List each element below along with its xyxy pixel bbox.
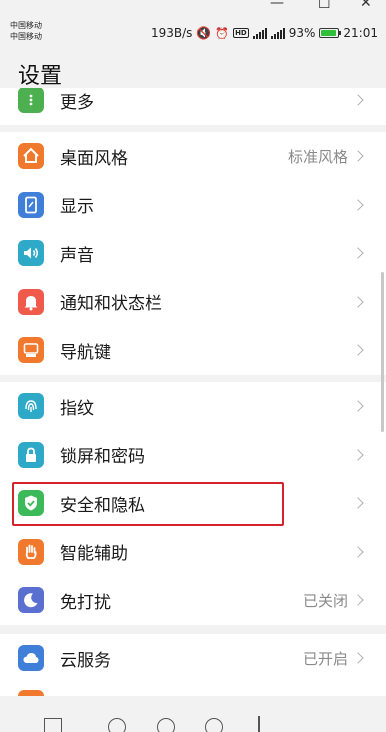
- page-title: 设置: [18, 64, 63, 89]
- zoom-out-icon[interactable]: [157, 718, 175, 732]
- settings-item-security-privacy[interactable]: 安全和隐私: [0, 479, 386, 528]
- carrier-info: 中国移动 中国移动: [10, 20, 42, 42]
- chevron-right-icon: [352, 344, 364, 356]
- settings-item-display[interactable]: 显示: [0, 181, 386, 230]
- status-indicators: 193B/s 🔇 ⏰ HD 93% 21:01: [151, 25, 378, 41]
- settings-list[interactable]: 更多 桌面风格 标准风格 显示 声音 通知和状态栏 导航键 指纹 锁屏和密码 安…: [0, 88, 386, 696]
- chevron-right-icon: [352, 150, 364, 162]
- chevron-right-icon: [352, 546, 364, 558]
- item-label: 锁屏和密码: [60, 447, 145, 468]
- maximize-icon[interactable]: ☐: [318, 0, 331, 11]
- cloud-icon: [18, 645, 44, 672]
- download-icon[interactable]: [258, 716, 260, 732]
- net-speed: 193B/s: [150, 26, 193, 40]
- item-label: 智能辅助: [60, 544, 128, 565]
- settings-item-navigation-key[interactable]: 导航键: [0, 326, 386, 375]
- settings-item-sound[interactable]: 声音: [0, 229, 386, 278]
- chevron-right-icon: [352, 199, 364, 211]
- item-label: 指纹: [60, 398, 94, 419]
- item-label: 桌面风格: [60, 148, 128, 169]
- close-icon[interactable]: ✕: [360, 0, 372, 10]
- item-label: 通知和状态栏: [60, 294, 162, 315]
- shield-icon: [18, 490, 44, 517]
- scrollbar[interactable]: [381, 272, 384, 432]
- settings-item-notifications[interactable]: 通知和状态栏: [0, 278, 386, 327]
- item-label: 导航键: [60, 342, 111, 363]
- settings-group-display: 桌面风格 标准风格 显示 声音 通知和状态栏 导航键: [0, 132, 386, 375]
- notification-bell-icon: [18, 288, 44, 315]
- settings-item-lock-screen[interactable]: 锁屏和密码: [0, 431, 386, 480]
- sound-icon: [18, 240, 44, 267]
- settings-group-security: 指纹 锁屏和密码 安全和隐私 智能辅助 免打扰 已关闭: [0, 382, 386, 625]
- chevron-right-icon: [352, 296, 364, 308]
- signal-2-icon: [270, 27, 285, 39]
- fingerprint-icon: [18, 393, 44, 420]
- settings-group-cloud: 云服务 已开启: [0, 634, 386, 696]
- carrier-1: 中国移动: [10, 21, 42, 30]
- battery-icon: [319, 28, 342, 38]
- settings-item-smart-assist[interactable]: 智能辅助: [0, 528, 386, 577]
- settings-group-more: 更多: [0, 88, 386, 125]
- chevron-right-icon: [352, 449, 364, 461]
- item-value: 标准风格: [287, 147, 348, 166]
- mute-icon: 🔇: [196, 26, 212, 40]
- navigation-key-icon: [18, 337, 44, 364]
- settings-item-fingerprint[interactable]: 指纹: [0, 382, 386, 431]
- item-value: 已关闭: [302, 591, 348, 610]
- chevron-right-icon: [352, 497, 364, 509]
- hd-badge: HD: [233, 28, 249, 38]
- chevron-right-icon: [352, 94, 364, 106]
- item-label: 声音: [60, 245, 94, 266]
- hand-icon: [18, 538, 44, 565]
- chevron-right-icon: [352, 594, 364, 606]
- item-label: 更多: [60, 92, 94, 113]
- square-icon[interactable]: [44, 718, 62, 732]
- settings-item-more[interactable]: 更多: [0, 88, 386, 125]
- settings-item-home-style[interactable]: 桌面风格 标准风格: [0, 132, 386, 181]
- settings-item-cloud[interactable]: 云服务 已开启: [0, 634, 386, 683]
- display-icon: [18, 191, 44, 218]
- status-bar: 中国移动 中国移动 193B/s 🔇 ⏰ HD 93% 21:01: [0, 14, 386, 50]
- window-chrome: — ☐ ✕: [0, 0, 386, 14]
- lock-icon: [18, 441, 44, 468]
- home-theme-icon: [18, 143, 44, 170]
- circle-icon[interactable]: [205, 718, 223, 732]
- more-icon: [18, 88, 44, 114]
- item-label: 安全和隐私: [60, 495, 145, 516]
- item-label: 免打扰: [60, 592, 111, 613]
- item-value: 已开启: [302, 649, 348, 668]
- item-label: 云服务: [60, 650, 111, 671]
- carrier-2: 中国移动: [10, 32, 42, 41]
- alarm-icon: ⏰: [215, 26, 230, 40]
- clock: 21:01: [343, 26, 378, 40]
- settings-item-do-not-disturb[interactable]: 免打扰 已关闭: [0, 576, 386, 625]
- battery-percent: 93%: [288, 26, 316, 40]
- minimize-icon[interactable]: —: [270, 0, 284, 10]
- item-label: 显示: [60, 197, 94, 218]
- chevron-right-icon: [352, 652, 364, 664]
- zoom-in-icon[interactable]: [108, 718, 126, 732]
- chevron-right-icon: [352, 400, 364, 412]
- signal-1-icon: [252, 27, 267, 39]
- chevron-right-icon: [352, 247, 364, 259]
- moon-icon: [18, 587, 44, 614]
- emulator-toolbar: [0, 696, 386, 732]
